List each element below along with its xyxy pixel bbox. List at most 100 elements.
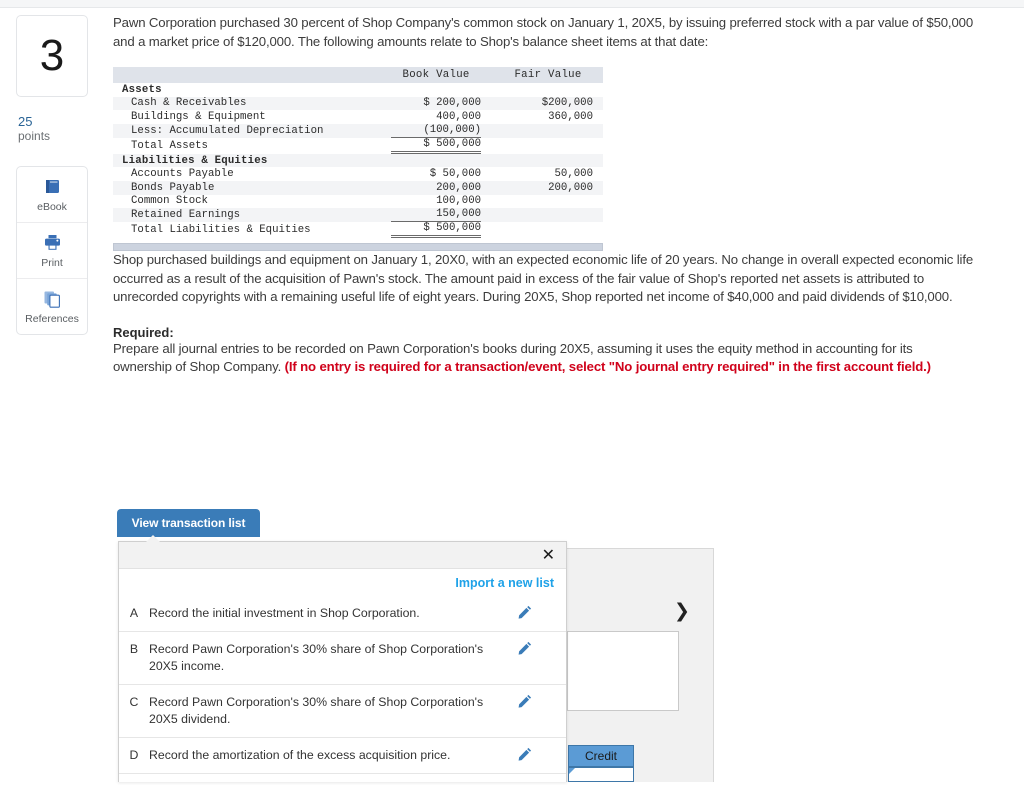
- transaction-text: Record the initial investment in Shop Co…: [149, 606, 420, 620]
- next-arrow-icon[interactable]: ❯: [674, 602, 690, 621]
- row-label: Bonds Payable: [113, 180, 392, 195]
- table-row: Common Stock 100,000: [113, 195, 603, 209]
- row-book-value: [391, 83, 503, 97]
- printer-icon: [43, 233, 62, 253]
- transaction-row[interactable]: D Record the amortization of the excess a…: [119, 737, 566, 773]
- balance-sheet-table: Book Value Fair Value Assets Cash & Recei…: [113, 67, 603, 239]
- row-label: Total Liabilities & Equities: [131, 224, 311, 237]
- left-rail: 3 25 points eBook Print References: [16, 15, 88, 335]
- top-strip: [0, 0, 1024, 8]
- transaction-text: Record the amortization of the excess ac…: [149, 748, 451, 762]
- tool-ebook-label: eBook: [37, 200, 67, 213]
- row-label: Common Stock: [131, 195, 208, 208]
- row-fair-value: 200,000: [503, 180, 603, 195]
- transaction-list-popup: ✕ Import a new list A Record the initial …: [118, 535, 567, 785]
- transaction-text: Record Pawn Corporation's 30% share of S…: [149, 695, 484, 726]
- row-book-value: (100,000): [391, 123, 504, 138]
- intro-paragraph: Pawn Corporation purchased 30 percent of…: [113, 15, 974, 49]
- tool-ebook[interactable]: eBook: [17, 167, 87, 223]
- row-fair-value: 360,000: [548, 110, 593, 123]
- transaction-row-partial[interactable]: [119, 773, 566, 785]
- row-label: Retained Earnings: [113, 208, 392, 223]
- edit-pencil-icon[interactable]: [503, 694, 547, 708]
- view-transaction-list-button[interactable]: View transaction list: [117, 509, 260, 537]
- transaction-list: A Record the initial investment in Shop C…: [119, 596, 566, 773]
- row-fair-value: [503, 153, 603, 168]
- credit-column-header[interactable]: Credit: [568, 745, 634, 767]
- tool-references[interactable]: References: [17, 279, 87, 334]
- import-a-new-list-link[interactable]: Import a new list: [455, 576, 554, 590]
- points-label: points: [18, 129, 51, 143]
- table-row: Liabilities & Equities: [113, 153, 603, 168]
- row-fair-value: [503, 222, 603, 238]
- header-fair-value: Fair Value: [503, 67, 603, 83]
- row-fair-value: [503, 83, 603, 97]
- row-book-value: 400,000: [436, 110, 482, 123]
- row-book-value: 100,000: [436, 195, 482, 208]
- table-row: Assets: [113, 83, 603, 97]
- table-row: Total Liabilities & Equities $ 500,000: [113, 222, 603, 239]
- row-label: Buildings & Equipment: [131, 110, 266, 123]
- question-number-box: 3: [16, 15, 88, 97]
- balance-sheet-table-wrapper: Book Value Fair Value Assets Cash & Recei…: [113, 67, 603, 252]
- tool-print[interactable]: Print: [17, 223, 87, 279]
- row-fair-value: [503, 138, 603, 154]
- table-row: Less: Accumulated Depreciation (100,000): [113, 123, 603, 138]
- row-book-value: $ 50,000: [429, 168, 482, 181]
- credit-cell[interactable]: [568, 767, 634, 782]
- row-label: Accounts Payable: [131, 168, 234, 181]
- table-row: Total Assets $ 500,000: [113, 138, 603, 154]
- row-fair-value: [503, 195, 603, 209]
- transaction-row[interactable]: B Record Pawn Corporation's 30% share of …: [119, 631, 566, 684]
- table-footer-bar: [113, 243, 603, 252]
- edit-pencil-icon[interactable]: [503, 747, 547, 761]
- transaction-row[interactable]: C Record Pawn Corporation's 30% share of …: [119, 684, 566, 737]
- transaction-letter: A: [129, 606, 139, 620]
- table-header-row: Book Value Fair Value: [113, 67, 603, 83]
- row-book-value: $ 500,000: [391, 222, 503, 239]
- copy-pages-icon: [43, 289, 61, 309]
- tool-print-label: Print: [41, 256, 63, 269]
- balance-sheet-thead: Book Value Fair Value: [113, 67, 603, 83]
- popup-arrow: [146, 535, 160, 542]
- row-book-value: 200,000: [391, 180, 504, 195]
- table-row: Bonds Payable 200,000 200,000: [113, 180, 603, 195]
- required-block: Required: Prepare all journal entries to…: [113, 325, 973, 377]
- edit-pencil-icon[interactable]: [503, 641, 547, 655]
- required-title: Required:: [113, 324, 174, 340]
- edit-pencil-icon[interactable]: [503, 605, 547, 619]
- transaction-letter: B: [129, 642, 139, 656]
- transaction-row[interactable]: A Record the initial investment in Shop C…: [119, 596, 566, 631]
- header-label: [113, 67, 392, 83]
- row-label: Less: Accumulated Depreciation: [113, 123, 392, 138]
- required-paragraph: Prepare all journal entries to be record…: [113, 340, 973, 377]
- close-icon[interactable]: ✕: [542, 546, 555, 564]
- row-fair-value: 50,000: [554, 168, 593, 181]
- popup-header: ✕: [119, 542, 566, 569]
- row-label: Assets: [122, 83, 162, 96]
- journal-note-field[interactable]: [567, 631, 679, 711]
- points-block: 25 points: [16, 114, 88, 144]
- row-book-value: [391, 153, 504, 168]
- import-row: Import a new list: [119, 569, 566, 596]
- header-book-value: Book Value: [391, 67, 504, 83]
- transaction-letter: D: [129, 748, 139, 762]
- middle-paragraph: Shop purchased buildings and equipment o…: [113, 252, 974, 305]
- row-label: Cash & Receivables: [113, 96, 392, 111]
- required-note: (If no entry is required for a transacti…: [284, 359, 931, 375]
- points-value: 25: [18, 114, 33, 129]
- transaction-text: Record Pawn Corporation's 30% share of S…: [149, 642, 484, 673]
- question-number: 3: [39, 31, 65, 80]
- transaction-letter: C: [129, 695, 139, 709]
- table-row: Buildings & Equipment 400,000 360,000: [113, 110, 603, 124]
- table-row: Cash & Receivables $ 200,000 $200,000: [113, 96, 603, 111]
- row-fair-value: $200,000: [503, 96, 603, 111]
- row-fair-value: [503, 123, 603, 138]
- row-fair-value: [503, 208, 603, 223]
- row-book-value: $ 500,000: [391, 138, 503, 154]
- tool-references-label: References: [25, 312, 79, 325]
- table-row: Accounts Payable $ 50,000 50,000: [113, 167, 603, 181]
- row-label: Total Assets: [131, 139, 208, 152]
- row-book-value: $ 200,000: [391, 96, 504, 111]
- table-row: Retained Earnings 150,000: [113, 208, 603, 223]
